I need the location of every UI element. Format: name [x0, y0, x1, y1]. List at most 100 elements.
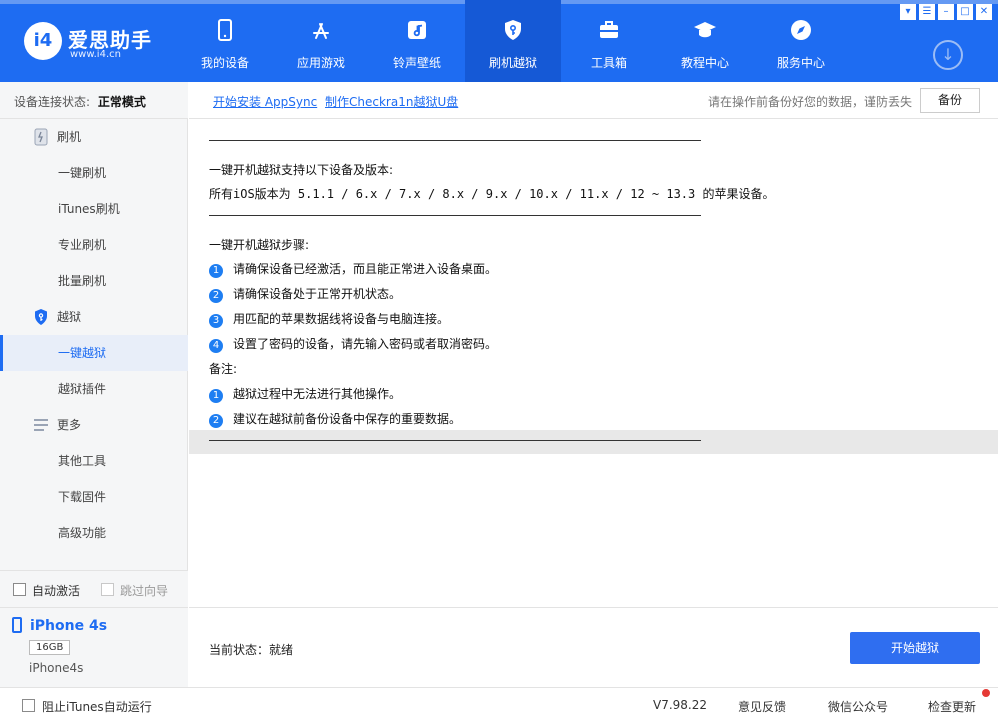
feedback-link[interactable]: 意见反馈 [738, 698, 786, 715]
nav-service-center[interactable]: 服务中心 [753, 0, 849, 82]
step-text: 请确保设备已经激活，而且能正常进入设备桌面。 [233, 262, 498, 276]
window-controls: ▾ ☰ – □ ✕ [897, 4, 992, 20]
make-checkra1n-usb-link[interactable]: 制作Checkra1n越狱U盘 [325, 93, 458, 110]
sidebar-item-other-tools[interactable]: 其他工具 [0, 443, 188, 479]
steps-title: 一键开机越狱步骤: [209, 238, 310, 252]
sidebar-item-one-click-flash[interactable]: 一键刷机 [0, 155, 188, 191]
shield-key-icon [505, 20, 521, 40]
sidebar-item-pro-flash[interactable]: 专业刷机 [0, 227, 188, 263]
jailbreak-info-panel: 一键开机越狱支持以下设备及版本: 所有iOS版本为 5.1.1 / 6.x / … [189, 119, 998, 607]
step-number-badge: 3 [209, 314, 223, 328]
device-capacity-badge: 16GB [29, 640, 71, 655]
phone-icon [12, 617, 22, 633]
start-jailbreak-button[interactable]: 开始越狱 [850, 632, 980, 664]
update-dot-icon [982, 689, 990, 697]
compass-icon [791, 20, 811, 40]
nav-label: 服务中心 [776, 56, 825, 70]
step-number-badge: 2 [209, 289, 223, 303]
status-value: 正常模式 [97, 95, 146, 109]
logo-url: www.i4.cn [70, 49, 121, 60]
device-panel: iPhone 4s 16GB iPhone4s [0, 607, 188, 687]
status-footer: 阻止iTunes自动运行 V7.98.22 意见反馈 微信公众号 检查更新 [0, 687, 998, 722]
nav-tutorials[interactable]: 教程中心 [657, 0, 753, 82]
sidebar-category-label: 刷机 [57, 130, 82, 144]
status-label: 设备连接状态: [14, 95, 91, 109]
auto-activate-label: 自动激活 [32, 584, 81, 598]
shield-key-icon [35, 309, 47, 325]
menu-button[interactable]: ☰ [919, 4, 935, 20]
nav-label: 应用游戏 [296, 56, 345, 70]
logo-badge: i4 [24, 22, 62, 60]
divider [209, 140, 701, 141]
divider [209, 440, 701, 441]
step-number-badge: 1 [209, 264, 223, 278]
skin-button[interactable]: ▾ [900, 4, 916, 20]
block-itunes-checkbox[interactable] [22, 699, 35, 712]
note-number-badge: 1 [209, 389, 223, 403]
backup-button[interactable]: 备份 [920, 88, 980, 113]
skip-guide-checkbox[interactable] [101, 583, 114, 596]
toolbox-icon [600, 21, 618, 38]
sidebar-item-advanced[interactable]: 高级功能 [0, 515, 188, 551]
sidebar-item-jailbreak-plugins[interactable]: 越狱插件 [0, 371, 188, 407]
download-icon[interactable]: ↓ [933, 40, 963, 70]
graduation-cap-icon [694, 22, 716, 38]
skip-guide-label: 跳过向导 [120, 584, 169, 598]
backup-hint: 请在操作前备份好您的数据，谨防丢失 [708, 95, 913, 109]
wechat-link[interactable]: 微信公众号 [828, 698, 888, 715]
device-name: iPhone 4s [30, 618, 108, 634]
version-label: V7.98.22 [653, 698, 708, 712]
note-number-badge: 2 [209, 414, 223, 428]
minimize-button[interactable]: – [938, 4, 954, 20]
step-item: 1 请确保设备已经激活，而且能正常进入设备桌面。 [209, 260, 497, 278]
maximize-button[interactable]: □ [957, 4, 973, 20]
flash-phone-icon [34, 128, 48, 146]
sidebar-item-one-click-jailbreak[interactable]: 一键越狱 [0, 335, 188, 371]
step-item: 4 设置了密码的设备，请先输入密码或者取消密码。 [209, 335, 497, 353]
sidebar-category-more[interactable]: 更多 [0, 407, 188, 443]
note-item: 2 建议在越狱前备份设备中保存的重要数据。 [209, 410, 461, 428]
nav-label: 刷机越狱 [488, 56, 537, 70]
app-store-icon [313, 23, 329, 39]
close-button[interactable]: ✕ [976, 4, 992, 20]
current-status: 当前状态：就绪 [209, 643, 294, 657]
sidebar-category-jailbreak[interactable]: 越狱 [0, 299, 188, 335]
install-appsync-link[interactable]: 开始安装 AppSync [213, 93, 317, 110]
sidebar-category-flash[interactable]: 刷机 [0, 119, 188, 155]
nav-label: 教程中心 [680, 56, 729, 70]
sidebar-item-download-firmware[interactable]: 下载固件 [0, 479, 188, 515]
step-item: 2 请确保设备处于正常开机状态。 [209, 285, 401, 303]
sidebar-category-label: 越狱 [57, 310, 82, 324]
action-bar: 当前状态：就绪 开始越狱 [189, 607, 998, 687]
notes-title: 备注: [209, 362, 238, 376]
auto-activate-checkbox[interactable] [13, 583, 26, 596]
sidebar-category-label: 更多 [57, 418, 82, 432]
check-update-link[interactable]: 检查更新 [928, 698, 976, 715]
support-text: 所有iOS版本为 5.1.1 / 6.x / 7.x / 8.x / 9.x /… [209, 187, 775, 201]
nav-label: 工具箱 [590, 56, 627, 70]
nav-label: 我的设备 [200, 56, 249, 70]
phone-icon [218, 19, 232, 41]
nav-apps-games[interactable]: 应用游戏 [273, 0, 369, 82]
nav-flash-jailbreak[interactable]: 刷机越狱 [465, 0, 561, 82]
device-model: iPhone4s [29, 661, 84, 675]
note-item: 1 越狱过程中无法进行其他操作。 [209, 385, 401, 403]
sidebar-item-batch-flash[interactable]: 批量刷机 [0, 263, 188, 299]
step-text: 请确保设备处于正常开机状态。 [233, 287, 402, 301]
music-icon [408, 21, 426, 39]
step-text: 设置了密码的设备，请先输入密码或者取消密码。 [233, 337, 498, 351]
top-header: i4 爱思助手 www.i4.cn 我的设备 应用游戏 铃声壁纸 刷机越狱 工具… [0, 0, 998, 82]
nav-ringtones-wallpapers[interactable]: 铃声壁纸 [369, 0, 465, 82]
nav-toolbox[interactable]: 工具箱 [561, 0, 657, 82]
sidebar-item-itunes-flash[interactable]: iTunes刷机 [0, 191, 188, 227]
note-text: 建议在越狱前备份设备中保存的重要数据。 [233, 412, 462, 426]
step-text: 用匹配的苹果数据线将设备与电脑连接。 [233, 312, 450, 326]
step-number-badge: 4 [209, 339, 223, 353]
sidebar-options: 自动激活 跳过向导 [0, 570, 188, 607]
nav-my-device[interactable]: 我的设备 [177, 0, 273, 82]
content-topbar: 开始安装 AppSync 制作Checkra1n越狱U盘 请在操作前备份好您的数… [189, 82, 998, 119]
sidebar: 刷机 一键刷机 iTunes刷机 专业刷机 批量刷机 越狱 一键越狱 越狱插件 … [0, 119, 188, 607]
step-item: 3 用匹配的苹果数据线将设备与电脑连接。 [209, 310, 449, 328]
support-title: 一键开机越狱支持以下设备及版本: [209, 163, 394, 177]
app-logo: i4 爱思助手 www.i4.cn [24, 22, 164, 64]
